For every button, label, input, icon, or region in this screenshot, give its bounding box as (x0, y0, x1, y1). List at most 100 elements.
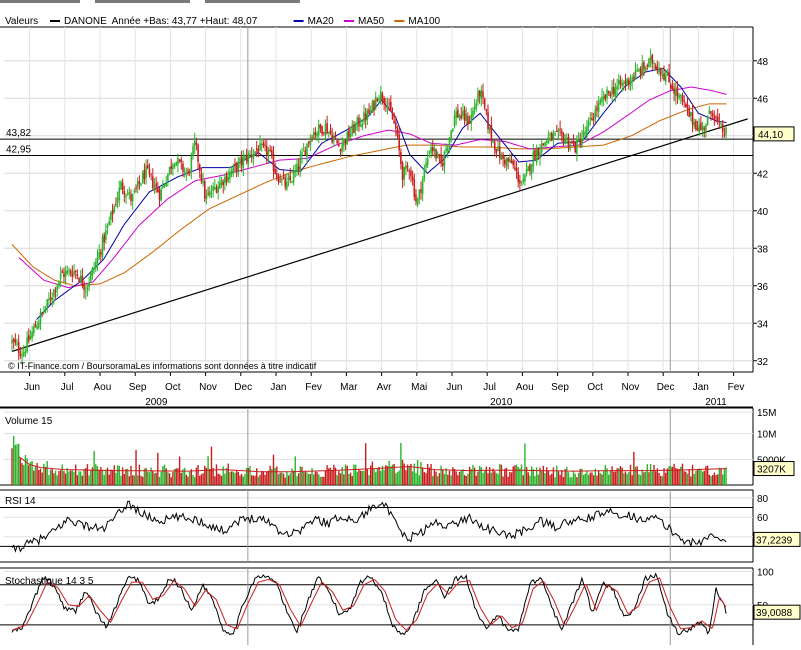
candle-body (363, 112, 365, 123)
candle-body (108, 221, 111, 225)
candle-body (105, 230, 107, 240)
x-month-label: Oct (165, 382, 181, 393)
candle-body (410, 170, 412, 177)
x-month-label: Mai (411, 382, 427, 393)
x-month-label: Jan (693, 382, 709, 393)
candle-body (314, 132, 317, 135)
candle-body (244, 155, 246, 159)
candle-body (259, 143, 261, 151)
candle-body (631, 77, 633, 83)
x-month-label: Fev (305, 382, 322, 393)
candle-body (448, 137, 451, 146)
candle-body (505, 158, 508, 167)
top-tab-3 (205, 0, 300, 3)
candle-body (527, 166, 530, 171)
candle-body (284, 177, 287, 187)
candle-body (329, 130, 332, 134)
candle-body (488, 127, 491, 130)
candle-body (271, 150, 273, 155)
candle-body (453, 115, 456, 127)
candle-body (205, 195, 208, 199)
candle-body (497, 145, 499, 152)
legend-item-1: Année +Bas: 43,77 +Haut: 48,07 (112, 16, 258, 27)
candle-body (418, 189, 421, 200)
candle-body (299, 157, 302, 170)
candle-body (381, 93, 384, 101)
candle-body (31, 331, 33, 339)
candle-body (292, 171, 295, 183)
candle-body (175, 162, 178, 166)
candle-body (89, 272, 92, 282)
candle-body (198, 164, 201, 172)
candle-body (611, 86, 613, 95)
candle-body (188, 171, 191, 173)
candle-body (254, 151, 256, 154)
candle-body (612, 86, 615, 95)
candle-body (64, 271, 67, 278)
volume-y-tick-label: 15M (757, 408, 776, 419)
candle-body (272, 153, 275, 171)
candle-body (571, 141, 573, 143)
candle-body (539, 152, 541, 159)
candle-body (651, 55, 654, 64)
candle-body (180, 159, 183, 162)
stock-chart: Valeurs DANONE Année +Bas: 43,77 +Haut: 48… (0, 0, 801, 645)
rsi-title: RSI 14 (5, 496, 36, 507)
candle-body (121, 182, 124, 190)
candle-body (373, 100, 375, 110)
candle-body (685, 104, 687, 107)
candle-body (433, 148, 436, 152)
top-tab-1 (0, 0, 80, 3)
candle-body (715, 116, 717, 118)
candle-body (547, 137, 550, 144)
candle-body (700, 122, 702, 130)
x-month-label: Sep (129, 382, 147, 393)
candle-body (555, 131, 558, 133)
candle-body (478, 91, 481, 97)
candle-body (582, 131, 585, 138)
candle-body (455, 111, 457, 119)
candle-body (586, 125, 588, 136)
candle-body (495, 148, 498, 153)
candle-body (239, 158, 241, 161)
candle-body (492, 140, 494, 143)
candle-body (498, 146, 501, 159)
candle-body (594, 109, 597, 120)
legend-item-0: DANONE (64, 16, 107, 27)
candle-body (267, 150, 270, 157)
candle-body (413, 179, 416, 197)
candle-body (215, 187, 218, 193)
x-month-label: Sep (551, 382, 569, 393)
candle-body (49, 297, 52, 301)
candle-body (19, 353, 22, 357)
candle-body (76, 274, 79, 277)
candle-body (81, 275, 84, 286)
candle-body (468, 122, 471, 124)
candle-body (301, 152, 303, 157)
candle-body (61, 271, 64, 274)
last-price-label: 44,10 (758, 130, 783, 141)
candle-body (604, 94, 607, 100)
candle-body (634, 70, 637, 80)
x-month-label: Dec (657, 382, 675, 393)
candle-body (173, 165, 176, 167)
candle-body (465, 113, 468, 121)
candle-body (130, 194, 132, 201)
candle-body (614, 88, 617, 97)
candle-body (517, 171, 520, 182)
candle-body (636, 69, 639, 72)
candle-body (698, 125, 701, 133)
candle-body (390, 101, 392, 112)
candle-body (328, 131, 330, 133)
candle-body (581, 138, 583, 147)
candle-body (673, 88, 675, 94)
x-month-label: Jul (61, 382, 74, 393)
candle-body (592, 119, 595, 121)
candle-body (599, 99, 602, 104)
candle-body (167, 173, 169, 181)
candle-body (222, 181, 224, 186)
candle-body (146, 164, 149, 169)
candle-body (234, 163, 236, 165)
candle-body (663, 73, 665, 81)
x-year-label: 2011 (705, 397, 727, 408)
